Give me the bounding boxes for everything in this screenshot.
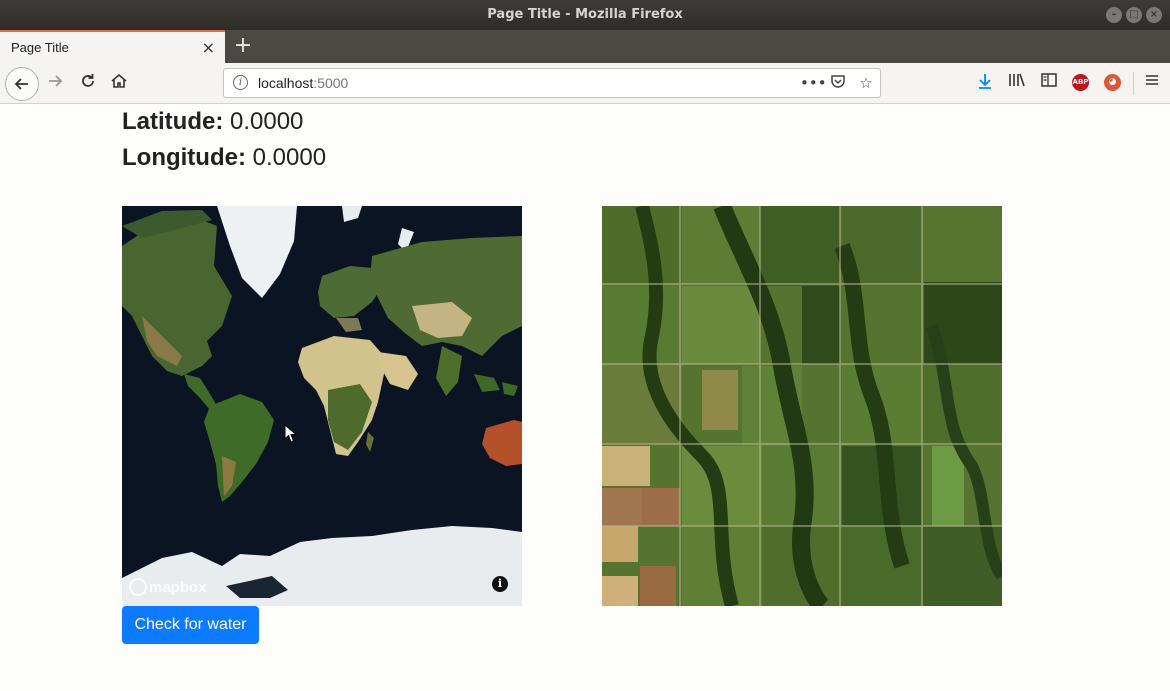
mapbox-ring-icon (129, 578, 147, 596)
tab-page-title[interactable]: Page Title × (0, 30, 225, 63)
site-info-icon[interactable]: i (233, 75, 248, 90)
forward-button[interactable] (44, 72, 66, 94)
page-content: Latitude: 0.0000 Longitude: 0.0000 mapbo… (0, 104, 1170, 691)
map-info-icon[interactable]: i (492, 576, 508, 592)
menu-icon[interactable] (1141, 72, 1163, 94)
maximize-button[interactable]: □ (1126, 7, 1142, 23)
satellite-image (602, 206, 1002, 606)
home-icon (111, 73, 127, 88)
latitude-readout: Latitude: 0.0000 (122, 108, 303, 136)
pocket-icon[interactable] (828, 73, 848, 93)
star-icon[interactable]: ☆ (856, 73, 876, 93)
mapbox-label: mapbox (149, 579, 207, 596)
url-bar[interactable]: i localhost:5000 ••• ☆ (223, 68, 881, 98)
world-map[interactable]: mapbox i (122, 206, 522, 606)
url-host: localhost (258, 75, 314, 91)
latitude-label: Latitude: (122, 108, 224, 135)
mouse-cursor-icon (284, 424, 298, 443)
longitude-label: Longitude: (122, 144, 246, 171)
world-map-graphic (122, 206, 522, 606)
url-port: :5000 (313, 75, 349, 91)
toolbar-separator (1133, 72, 1134, 95)
url-text[interactable]: localhost:5000 (258, 75, 348, 91)
sidebar-icon[interactable] (1038, 72, 1060, 94)
window-controls: – □ × (1106, 7, 1162, 23)
close-window-button[interactable]: × (1146, 7, 1162, 23)
new-tab-button[interactable]: + (232, 33, 254, 59)
duckduckgo-icon[interactable]: ◕ (1104, 74, 1121, 91)
window-title: Page Title - Mozilla Firefox (487, 7, 683, 22)
nav-toolbar: i localhost:5000 ••• ☆ ABP ◕ (0, 63, 1170, 104)
reload-icon (82, 74, 94, 87)
library-icon[interactable] (1006, 72, 1028, 94)
reload-button[interactable] (77, 72, 99, 94)
window-titlebar: Page Title - Mozilla Firefox – □ × (0, 0, 1170, 30)
minimize-button[interactable]: – (1106, 7, 1122, 23)
arrow-right-icon (49, 75, 63, 87)
back-button[interactable] (5, 67, 39, 101)
satellite-image-graphic (602, 206, 1002, 606)
arrow-left-icon (14, 78, 28, 90)
tab-label: Page Title (11, 40, 69, 55)
latitude-value: 0.0000 (230, 108, 304, 135)
download-icon[interactable] (974, 72, 996, 94)
home-button[interactable] (108, 72, 130, 94)
check-for-water-button[interactable]: Check for water (122, 606, 259, 644)
more-icon[interactable]: ••• (800, 73, 827, 93)
mapbox-logo: mapbox (129, 578, 207, 596)
longitude-readout: Longitude: 0.0000 (122, 144, 326, 172)
tab-strip: Page Title × + (0, 30, 1170, 63)
longitude-value: 0.0000 (252, 144, 327, 171)
adblock-icon[interactable]: ABP (1072, 74, 1089, 91)
tab-close-icon[interactable]: × (202, 38, 215, 57)
